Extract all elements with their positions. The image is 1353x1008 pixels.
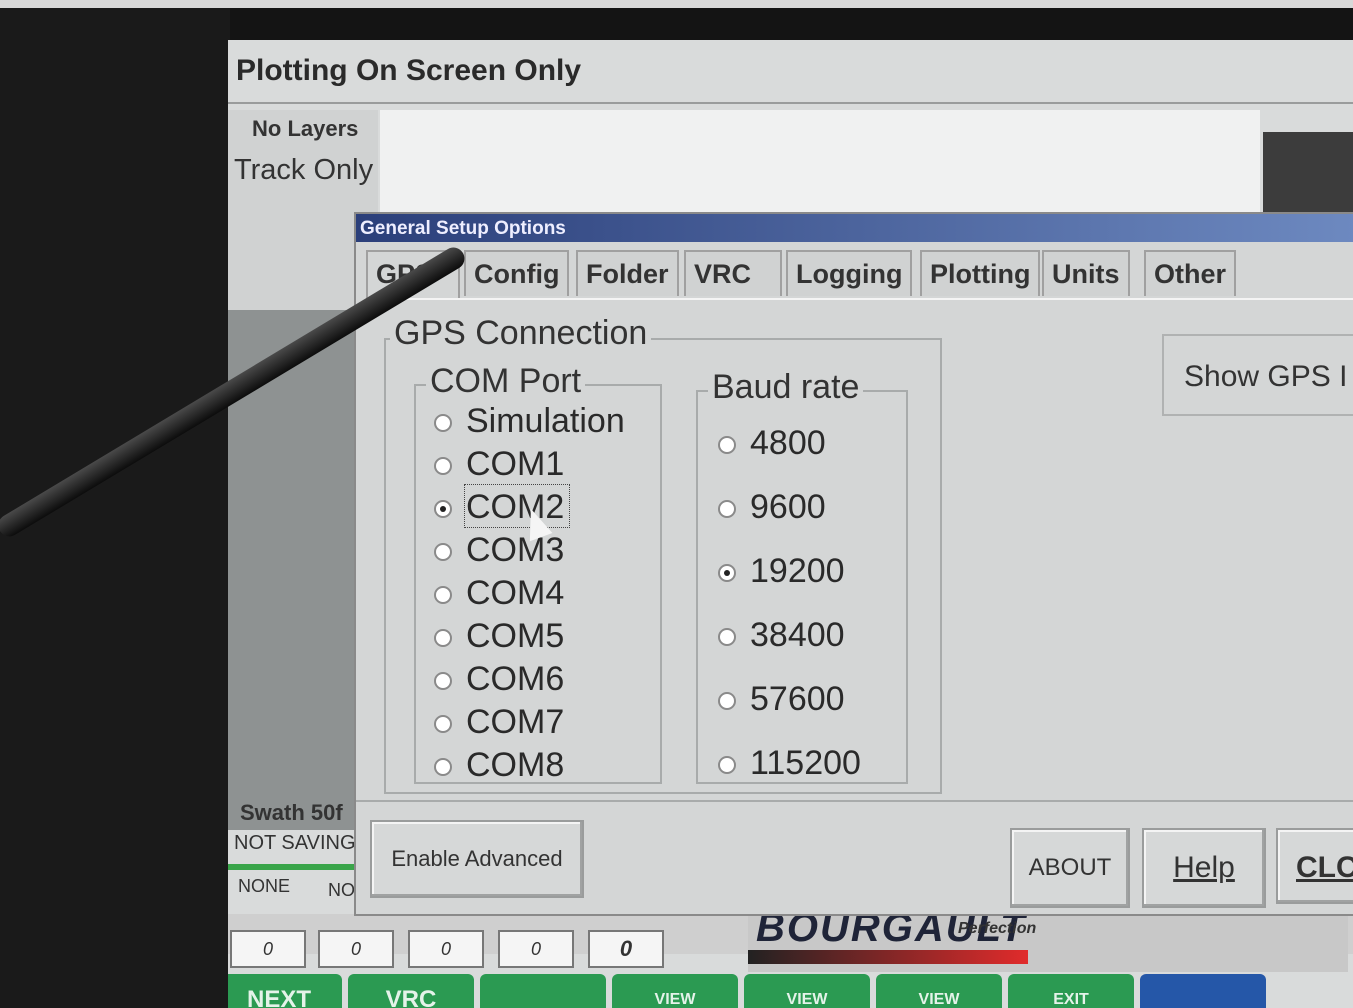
radio-circle[interactable] — [718, 628, 736, 646]
radio-circle[interactable] — [434, 414, 452, 432]
radio-circle[interactable] — [434, 715, 452, 733]
help-button[interactable]: Help — [1142, 828, 1266, 908]
tab-config[interactable]: Config — [464, 250, 570, 296]
radio-circle-checked[interactable] — [434, 500, 452, 518]
radio-circle[interactable] — [434, 758, 452, 776]
radio-circle[interactable] — [434, 457, 452, 475]
general-setup-dialog: General Setup Options GPS Config Folder … — [354, 212, 1353, 916]
tab-units[interactable]: Units — [1042, 250, 1130, 296]
radio-circle[interactable] — [434, 629, 452, 647]
radio-circle[interactable] — [718, 500, 736, 518]
radio-label: COM7 — [466, 703, 565, 741]
radio-circle[interactable] — [434, 672, 452, 690]
radio-label: 38400 — [750, 616, 845, 654]
dialog-title: General Setup Options — [360, 218, 566, 239]
nav-button-blue[interactable] — [1140, 974, 1266, 1008]
nav-button[interactable] — [480, 974, 606, 1008]
radio-label: Simulation — [466, 402, 625, 440]
about-button[interactable]: ABOUT — [1010, 828, 1130, 908]
radio-label: 9600 — [750, 488, 826, 526]
com-port-title: COM Port — [426, 362, 586, 401]
counter-box: 0 — [588, 930, 664, 968]
tab-vrc[interactable]: VRC — [684, 250, 782, 296]
vrc-button[interactable]: VRC — [348, 974, 474, 1008]
tab-logging[interactable]: Logging — [786, 250, 913, 296]
section-label: NONE — [238, 876, 291, 896]
tab-underline — [366, 298, 1353, 300]
view-button[interactable]: VIEW — [744, 974, 870, 1008]
radio-label: COM8 — [466, 746, 565, 784]
radio-label: COM6 — [466, 660, 565, 698]
counter-box: 0 — [318, 930, 394, 968]
screen: Plotting On Screen Only No Layers Track … — [228, 40, 1353, 1008]
brand-tagline: Perfection — [958, 920, 1037, 937]
radio-circle[interactable] — [718, 436, 736, 454]
radio-label: 115200 — [750, 744, 861, 782]
track-label[interactable]: Track Only — [234, 154, 373, 187]
saving-status: NOT SAVING — [234, 832, 356, 854]
photo-frame — [0, 0, 1353, 8]
close-button[interactable]: CLC — [1276, 828, 1353, 904]
radio-circle-checked[interactable] — [718, 564, 736, 582]
layers-label[interactable]: No Layers — [252, 116, 358, 142]
view-button[interactable]: VIEW — [612, 974, 738, 1008]
tab-strip: GPS Config Folder VRC Logging Plotting U… — [366, 250, 1353, 300]
baud-rate-title: Baud rate — [708, 368, 864, 407]
radio-label: COM2 — [466, 488, 565, 526]
status-bar — [228, 864, 358, 870]
radio-circle[interactable] — [434, 543, 452, 561]
counter-box: 0 — [230, 930, 306, 968]
logo-bar — [748, 950, 1028, 964]
page-title: Plotting On Screen Only — [236, 54, 582, 87]
tab-folder[interactable]: Folder — [576, 250, 679, 296]
enable-advanced-button[interactable]: Enable Advanced — [370, 820, 584, 898]
counter-box: 0 — [498, 930, 574, 968]
swath-label: Swath 50f — [240, 800, 343, 825]
radio-circle[interactable] — [718, 692, 736, 710]
tab-other[interactable]: Other — [1144, 250, 1237, 296]
title-divider — [228, 102, 1353, 104]
section-label: NO — [328, 880, 355, 900]
radio-label: 57600 — [750, 680, 845, 718]
radio-label: 19200 — [750, 552, 845, 590]
next-button[interactable]: NEXT — [228, 974, 342, 1008]
radio-label: 4800 — [750, 424, 826, 462]
radio-label: COM1 — [466, 445, 565, 483]
radio-label: COM3 — [466, 531, 565, 569]
dialog-titlebar[interactable]: General Setup Options — [356, 214, 1353, 242]
view-button[interactable]: VIEW — [876, 974, 1002, 1008]
exit-button[interactable]: EXIT — [1008, 974, 1134, 1008]
radio-label: COM4 — [466, 574, 565, 612]
radio-circle[interactable] — [718, 756, 736, 774]
dialog-divider — [356, 800, 1353, 802]
tab-plotting[interactable]: Plotting — [920, 250, 1041, 296]
radio-label: COM5 — [466, 617, 565, 655]
show-gps-button[interactable]: Show GPS I — [1162, 334, 1353, 416]
nav-bar: NEXT VRC VIEW VIEW VIEW EXIT — [228, 974, 1353, 1008]
radio-circle[interactable] — [434, 586, 452, 604]
gps-connection-title: GPS Connection — [390, 314, 652, 353]
counter-box: 0 — [408, 930, 484, 968]
